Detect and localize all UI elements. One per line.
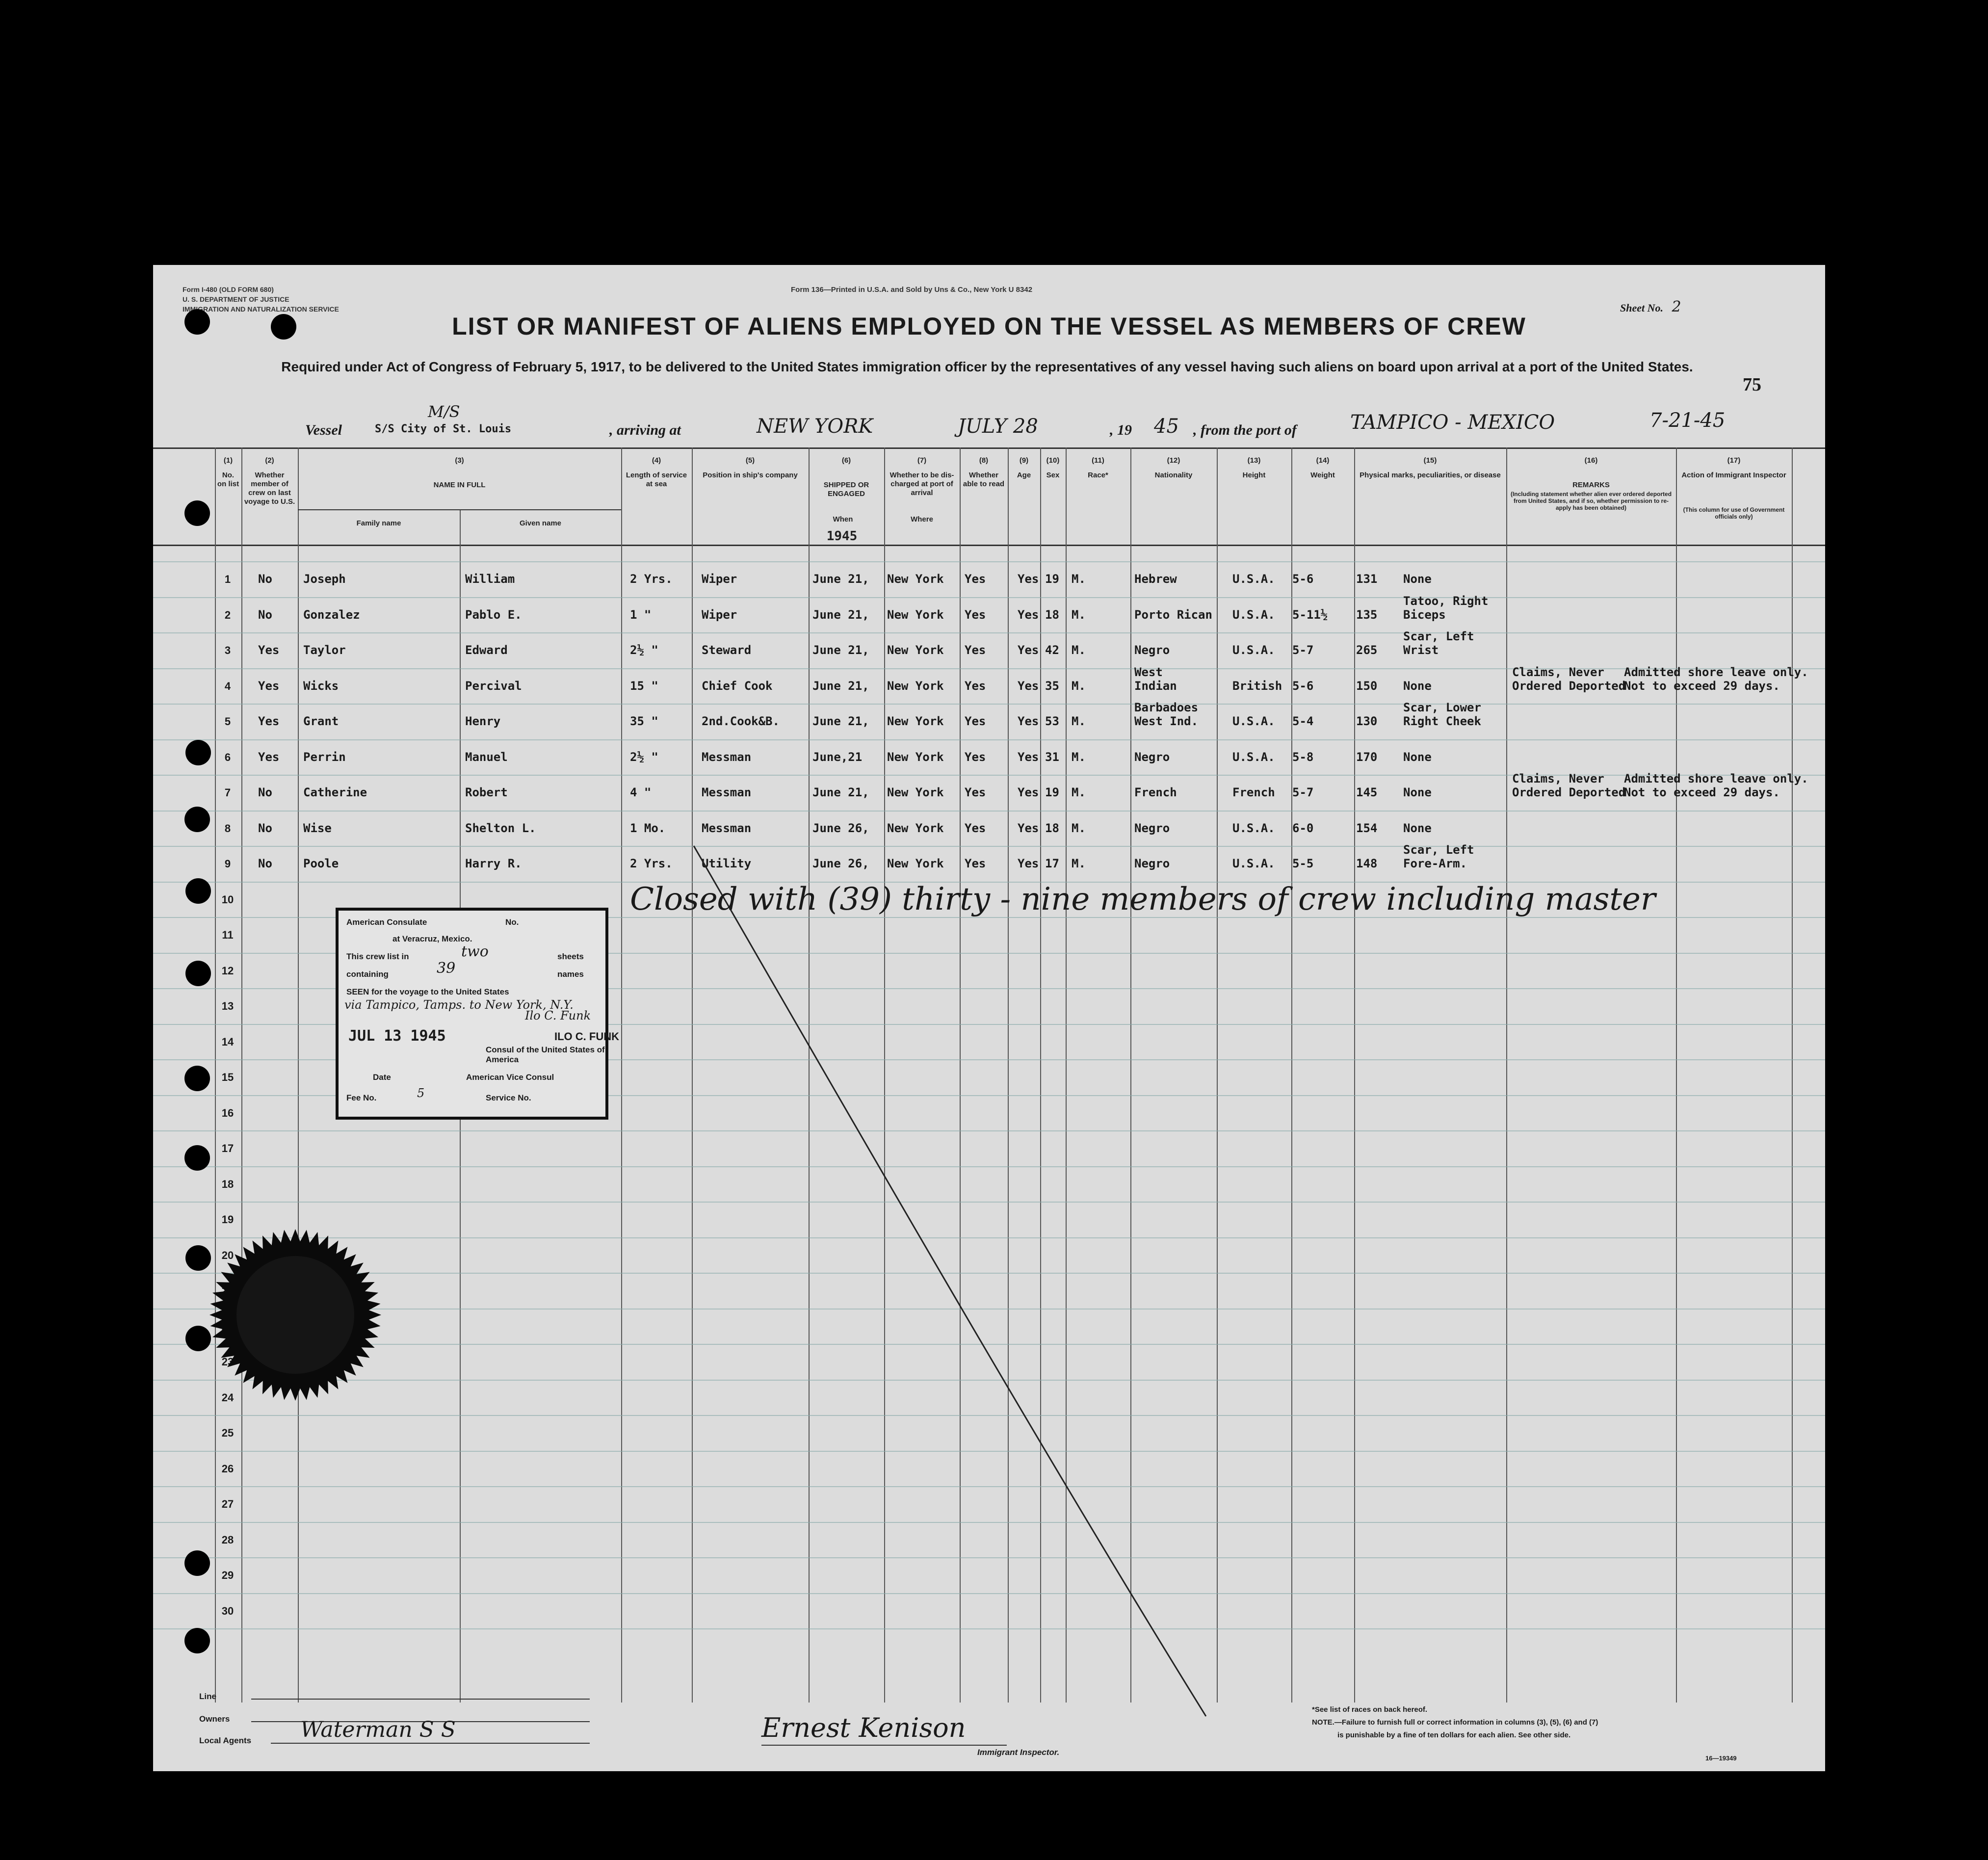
footer-line-rule (251, 1699, 590, 1700)
stamp-names-hw: 39 (437, 960, 456, 977)
stamp-crew-list: This crew list in (346, 952, 409, 961)
inspector-signature: Ernest Kenison (761, 1712, 966, 1743)
stamp-consul-title: Consul of the United States of America (486, 1045, 605, 1064)
stamp-containing: containing (346, 969, 389, 979)
punch-hole (184, 1550, 210, 1576)
footer-agents-hw: Waterman S S (300, 1717, 456, 1742)
punch-hole (184, 1066, 210, 1091)
manifest-page: Form I-480 (OLD FORM 680) U. S. DEPARTME… (153, 265, 1825, 1771)
stamp-sheets-label: sheets (557, 952, 584, 961)
stamp-fee-value: 5 (417, 1086, 425, 1100)
stamp-signature: Ilo C. Funk (525, 1009, 591, 1022)
stamp-consulate: American Consulate (346, 917, 427, 927)
punch-hole (185, 1326, 211, 1351)
punch-hole (184, 309, 210, 335)
footer-owners-label: Owners (199, 1714, 230, 1724)
stamp-sheets-hw: two (461, 943, 489, 960)
closing-note: Closed with (39) thirty - nine members o… (630, 881, 1656, 917)
punch-hole (184, 807, 210, 832)
inspector-label: Immigrant Inspector. (977, 1748, 1060, 1757)
footer-note-fine-2: is punishable by a fine of ten dollars f… (1337, 1731, 1571, 1739)
punch-hole (184, 1145, 210, 1171)
punch-hole (185, 878, 211, 904)
stamp-date-label: Date (373, 1073, 391, 1082)
punch-hole (185, 1245, 211, 1271)
stamp-consul-name: ILO C. FUNK (554, 1030, 619, 1043)
stamp-amer-label: American Vice Consul (466, 1073, 554, 1082)
footer-agents-label: Local Agents (199, 1736, 252, 1745)
punch-hole (185, 961, 211, 986)
punch-hole (184, 1628, 210, 1653)
punch-hole (185, 740, 211, 765)
stamp-date: JUL 13 1945 (348, 1027, 446, 1045)
stamp-fee-label: Fee No. (346, 1093, 377, 1102)
wax-seal (209, 1229, 381, 1401)
footer-code: 16—19349 (1705, 1755, 1737, 1762)
stamp-service-label: Service No. (486, 1093, 531, 1102)
stamp-location: at Veracruz, Mexico. (392, 934, 472, 943)
footer-note-races: *See list of races on back hereof. (1312, 1705, 1428, 1714)
stamp-seen: SEEN for the voyage to the United States (346, 987, 509, 996)
footer-agents-rule (271, 1743, 590, 1744)
stamp-no-label: No. (505, 917, 519, 927)
punch-hole (271, 314, 296, 340)
inspector-rule (761, 1745, 1007, 1746)
footer-line-label: Line (199, 1692, 216, 1701)
consular-stamp: American Consulate No. at Veracruz, Mexi… (336, 908, 619, 1120)
footer-note-fine: NOTE.—Failure to furnish full or correct… (1312, 1718, 1598, 1727)
stamp-names-label: names (557, 969, 584, 979)
punch-hole (184, 500, 210, 526)
